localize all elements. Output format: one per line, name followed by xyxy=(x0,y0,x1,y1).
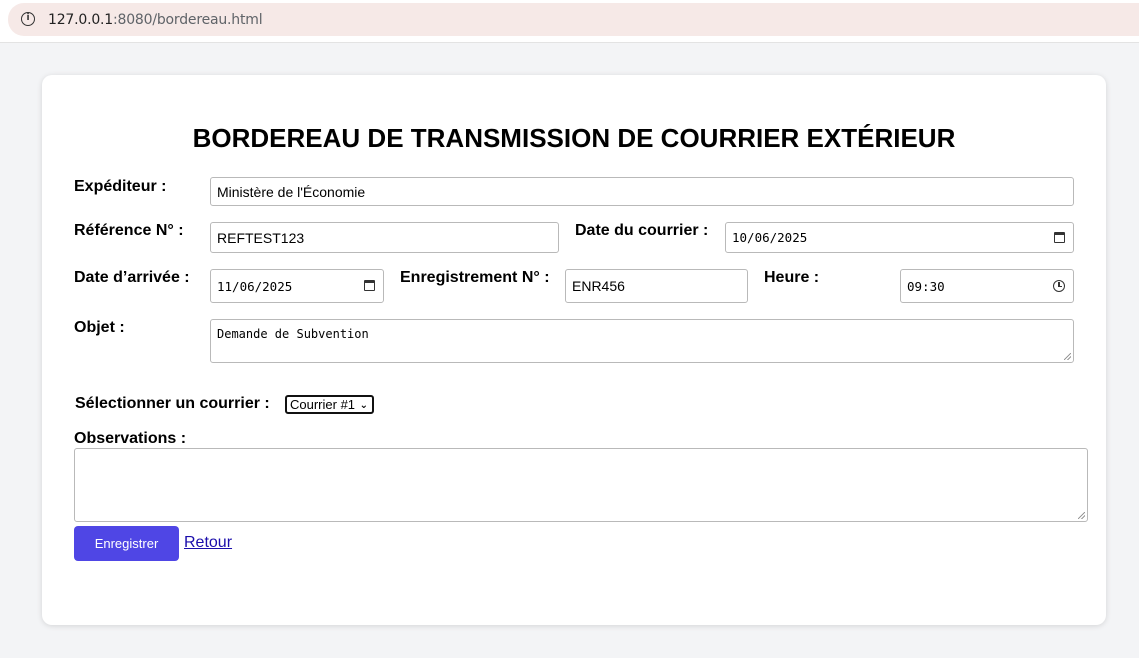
courrier-select[interactable]: Courrier #1 ⌄ xyxy=(285,395,374,414)
chevron-down-icon: ⌄ xyxy=(359,400,368,411)
expediteur-value: Ministère de l'Économie xyxy=(217,183,366,200)
enregistrement-label: Enregistrement N° : xyxy=(400,269,550,286)
observations-label: Observations : xyxy=(74,430,187,447)
date-arrivee-value: 11/06/2025 xyxy=(217,278,293,294)
heure-input[interactable]: 09:30 xyxy=(900,269,1074,303)
date-courrier-input[interactable]: 10/06/2025 xyxy=(725,222,1074,253)
expediteur-input[interactable]: Ministère de l'Économie xyxy=(210,177,1074,206)
enregistrement-value: ENR456 xyxy=(572,278,625,294)
objet-value: Demande de Subvention xyxy=(217,327,369,341)
select-courrier-label: Sélectionner un courrier : xyxy=(75,395,270,412)
calendar-icon[interactable] xyxy=(1054,231,1065,243)
clock-icon[interactable] xyxy=(1053,280,1065,292)
site-info-icon[interactable]: i xyxy=(21,12,35,26)
expediteur-label: Expéditeur : xyxy=(74,178,167,195)
url-field[interactable]: i 127.0.0.1:8080/bordereau.html xyxy=(8,3,1139,36)
date-courrier-value: 10/06/2025 xyxy=(732,230,808,245)
objet-label: Objet : xyxy=(74,319,125,336)
form-card: BORDEREAU DE TRANSMISSION DE COURRIER EX… xyxy=(42,75,1106,625)
url-host: 127.0.0.1 xyxy=(48,12,113,28)
observations-textarea[interactable] xyxy=(74,448,1088,522)
date-arrivee-label: Date d’arrivée : xyxy=(74,269,190,286)
calendar-icon[interactable] xyxy=(364,280,375,291)
courrier-select-value: Courrier #1 xyxy=(290,397,356,412)
page-title: BORDEREAU DE TRANSMISSION DE COURRIER EX… xyxy=(192,123,956,153)
enregistrement-input[interactable]: ENR456 xyxy=(565,269,748,303)
date-courrier-label: Date du courrier : xyxy=(575,222,709,239)
date-arrivee-input[interactable]: 11/06/2025 xyxy=(210,269,384,303)
save-button[interactable]: Enregistrer xyxy=(74,526,179,561)
back-link[interactable]: Retour xyxy=(184,534,232,552)
resize-grip-icon[interactable] xyxy=(1078,512,1085,519)
objet-textarea[interactable]: Demande de Subvention xyxy=(210,319,1074,363)
resize-grip-icon[interactable] xyxy=(1064,353,1071,360)
reference-input[interactable]: REFTEST123 xyxy=(210,222,559,253)
browser-address-bar: i 127.0.0.1:8080/bordereau.html xyxy=(0,0,1139,43)
reference-label: Référence N° : xyxy=(74,222,184,239)
heure-label: Heure : xyxy=(764,269,820,286)
heure-value: 09:30 xyxy=(907,278,945,294)
url-text[interactable]: 127.0.0.1:8080/bordereau.html xyxy=(48,12,263,28)
reference-value: REFTEST123 xyxy=(217,229,305,246)
url-path: :8080/bordereau.html xyxy=(113,12,263,28)
